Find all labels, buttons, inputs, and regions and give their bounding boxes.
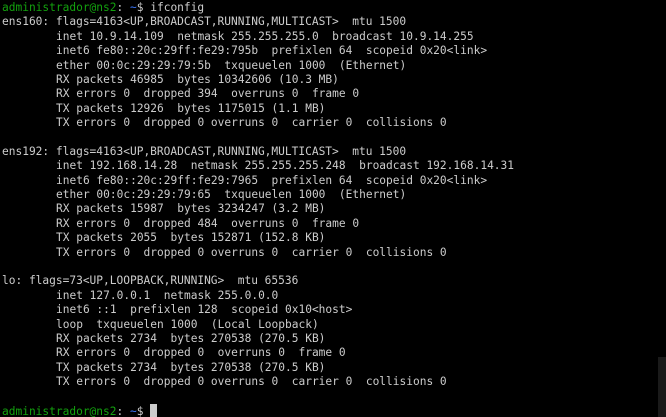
interface-line: inet 10.9.14.109 netmask 255.255.255.0 b… [56, 29, 474, 43]
prompt-symbol: $ [136, 404, 144, 417]
interface-line: inet 192.168.14.28 netmask 255.255.255.2… [56, 159, 515, 173]
interface-line: inet6 fe80::20c:29ff:fe29:7965 prefixlen… [56, 173, 488, 187]
terminal-window[interactable]: administrador@ns2: ~$ ifconfig ens160: f… [0, 0, 666, 417]
interface-line: inet 127.0.0.1 netmask 255.0.0.0 [56, 288, 279, 302]
interface-line: inet6 fe80::20c:29ff:fe29:795b prefixlen… [56, 44, 488, 58]
interface-line: inet6 ::1 prefixlen 128 scopeid 0x10<hos… [56, 303, 353, 317]
interface-line: TX packets 12926 bytes 1175015 (1.1 MB) [56, 101, 326, 115]
prompt-symbol: $ [136, 1, 144, 14]
prompt-path: ~ [123, 404, 137, 417]
command-prompt-line: administrador@ns2: ~$ ifconfig [2, 1, 666, 15]
command-text: ifconfig [143, 1, 205, 14]
scrollbar-thumb[interactable] [658, 357, 666, 417]
text-cursor [150, 403, 158, 417]
scrollbar[interactable] [658, 0, 666, 417]
interface-header-lo: lo: flags=73<UP,LOOPBACK,RUNNING> mtu 65… [2, 274, 299, 288]
prompt-user-host: administrador@ns2 [2, 1, 117, 14]
active-prompt-line[interactable]: administrador@ns2: ~$ [2, 403, 666, 417]
prompt-path: ~ [123, 1, 137, 14]
interface-line: ether 00:0c:29:29:79:5b txqueuelen 1000 … [56, 58, 407, 72]
interface-line: TX errors 0 dropped 0 overruns 0 carrier… [56, 375, 447, 389]
interface-line: loop txqueuelen 1000 (Local Loopback) [56, 317, 319, 331]
interface-line: RX errors 0 dropped 0 overruns 0 frame 0 [56, 346, 346, 360]
interface-line: RX packets 15987 bytes 3234247 (3.2 MB) [56, 202, 326, 216]
interface-line: RX packets 2734 bytes 270538 (270.5 KB) [56, 331, 326, 345]
interface-header-ens160: ens160: flags=4163<UP,BROADCAST,RUNNING,… [2, 15, 407, 29]
prompt-user-host: administrador@ns2 [2, 404, 117, 417]
interface-line: RX packets 46985 bytes 10342606 (10.3 MB… [56, 72, 339, 86]
interface-line: RX errors 0 dropped 394 overruns 0 frame… [56, 87, 360, 101]
interface-line: TX packets 2055 bytes 152871 (152.8 KB) [56, 231, 326, 245]
interface-line: TX errors 0 dropped 0 overruns 0 carrier… [56, 116, 447, 130]
interface-header-ens192: ens192: flags=4163<UP,BROADCAST,RUNNING,… [2, 144, 407, 158]
interface-line: TX errors 0 dropped 0 overruns 0 carrier… [56, 245, 447, 259]
interface-line: ether 00:0c:29:29:79:65 txqueuelen 1000 … [56, 188, 407, 202]
interface-line: TX packets 2734 bytes 270538 (270.5 KB) [56, 360, 326, 374]
interface-line: RX errors 0 dropped 484 overruns 0 frame… [56, 216, 360, 230]
